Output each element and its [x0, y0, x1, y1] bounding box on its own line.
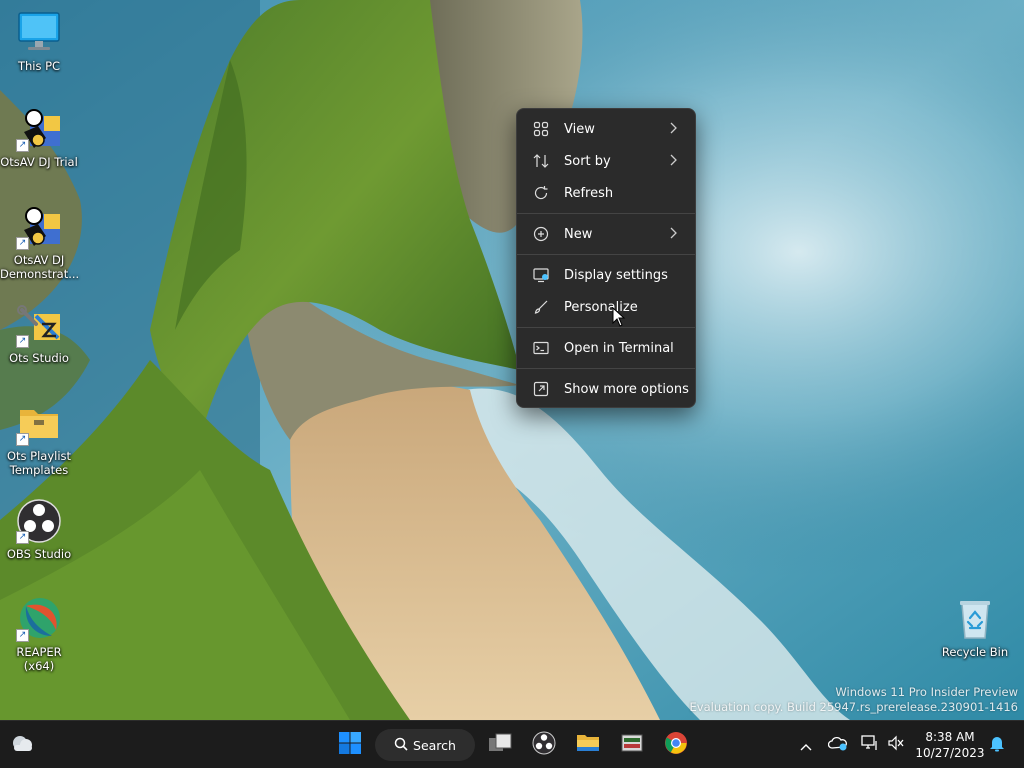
- desktop-icon-reaper[interactable]: ↗ REAPER (x64): [0, 596, 78, 673]
- desktop-icon-ots-playlist-templates[interactable]: ↗ Ots Playlist Templates: [0, 400, 78, 477]
- display-icon: [531, 265, 551, 285]
- network-button[interactable]: [858, 729, 882, 761]
- ots-studio-icon: ↗: [16, 302, 62, 348]
- menu-separator: [517, 213, 695, 214]
- sort-icon: [531, 151, 551, 171]
- desktop-icon-label: REAPER (x64): [16, 645, 62, 673]
- menu-item-label: New: [564, 226, 593, 242]
- menu-item-label: Refresh: [564, 185, 614, 201]
- cloud-info-icon: [827, 735, 848, 755]
- clock-time: 8:38 AM: [925, 730, 975, 744]
- taskbar-chrome-button[interactable]: [660, 729, 692, 761]
- shortcut-arrow-icon: ↗: [16, 139, 29, 152]
- menu-item-view[interactable]: View: [521, 114, 691, 144]
- refresh-icon: [531, 183, 551, 203]
- menu-item-open-in-terminal[interactable]: Open in Terminal: [521, 333, 691, 363]
- otsav-icon: ↗: [16, 204, 62, 250]
- shortcut-arrow-icon: ↗: [16, 237, 29, 250]
- menu-item-show-more-options[interactable]: Show more options: [521, 374, 691, 404]
- widgets-button[interactable]: [6, 729, 38, 761]
- menu-separator: [517, 368, 695, 369]
- shortcut-arrow-icon: ↗: [16, 531, 29, 544]
- desktop-context-menu: View Sort by Refresh New Display setting…: [516, 108, 696, 408]
- volume-button[interactable]: [884, 729, 908, 761]
- menu-item-personalize[interactable]: Personalize: [521, 292, 691, 322]
- chevron-up-icon: [800, 736, 812, 755]
- speaker-muted-icon: [887, 735, 905, 755]
- menu-item-new[interactable]: New: [521, 219, 691, 249]
- menu-item-label: Show more options: [564, 381, 689, 397]
- desktop-icon-ots-studio[interactable]: ↗ Ots Studio: [0, 302, 78, 365]
- folder-icon: ↗: [16, 400, 62, 446]
- search-icon: [394, 737, 408, 754]
- menu-item-label: Personalize: [564, 299, 638, 315]
- network-icon: [861, 735, 879, 755]
- desktop-icon-otsav-dj-demonstrat[interactable]: ↗ OtsAV DJ Demonstrat...: [0, 204, 80, 281]
- menu-item-label: Display settings: [564, 267, 668, 283]
- obs-icon: ↗: [16, 498, 62, 544]
- plus-circle-icon: [531, 224, 551, 244]
- chevron-right-icon: [669, 122, 677, 138]
- desktop-icon-label: OBS Studio: [6, 547, 72, 561]
- desktop-icon-label: OtsAV DJ Demonstrat...: [0, 253, 80, 281]
- windows-logo-icon: [338, 731, 362, 759]
- menu-item-sort-by[interactable]: Sort by: [521, 146, 691, 176]
- task-view-icon: [487, 732, 513, 758]
- desktop-icon-recycle-bin[interactable]: Recycle Bin: [936, 596, 1014, 659]
- desktop-icon-obs-studio[interactable]: ↗ OBS Studio: [0, 498, 78, 561]
- chrome-icon: [664, 731, 688, 759]
- chevron-right-icon: [669, 227, 677, 243]
- desktop[interactable]: This PC ↗ OtsAV DJ Trial ↗ OtsAV DJ Demo…: [0, 0, 1024, 720]
- desktop-icon-label: Recycle Bin: [941, 645, 1009, 659]
- show-hidden-icons-button[interactable]: [796, 729, 816, 761]
- shortcut-arrow-icon: ↗: [16, 629, 29, 642]
- bell-icon: [989, 734, 1005, 756]
- menu-item-display-settings[interactable]: Display settings: [521, 260, 691, 290]
- terminal-icon: [531, 338, 551, 358]
- taskbar-search-button[interactable]: Search: [375, 729, 475, 761]
- recycle-bin-icon: [952, 596, 998, 642]
- otsav-icon: ↗: [16, 106, 62, 152]
- mouse-cursor-icon: [612, 306, 626, 331]
- menu-item-label: Sort by: [564, 153, 611, 169]
- wallpaper: [0, 0, 1024, 720]
- menu-item-label: View: [564, 121, 595, 137]
- desktop-icon-this-pc[interactable]: This PC: [0, 10, 78, 73]
- task-view-button[interactable]: [484, 729, 516, 761]
- start-button[interactable]: [334, 729, 366, 761]
- clock-date: 10/27/2023: [915, 746, 985, 760]
- menu-item-label: Open in Terminal: [564, 340, 674, 356]
- menu-separator: [517, 254, 695, 255]
- watermark-line2: Evaluation copy. Build 25947.rs_prerelea…: [689, 700, 1018, 714]
- weather-cloud-icon: [9, 732, 35, 758]
- brush-icon: [531, 297, 551, 317]
- ots-app-icon: [620, 731, 644, 759]
- monitor-icon: [16, 10, 62, 56]
- chevron-right-icon: [669, 154, 677, 170]
- taskbar-ots-app-button[interactable]: [616, 729, 648, 761]
- notifications-button[interactable]: [986, 729, 1008, 761]
- taskbar-file-explorer-button[interactable]: [572, 729, 604, 761]
- desktop-icon-label: Ots Studio: [9, 351, 69, 365]
- reaper-icon: ↗: [16, 596, 62, 642]
- onedrive-button[interactable]: [826, 729, 850, 761]
- search-label: Search: [413, 737, 456, 753]
- shortcut-arrow-icon: ↗: [16, 335, 29, 348]
- more-options-icon: [531, 379, 551, 399]
- desktop-icon-otsav-dj-trial[interactable]: ↗ OtsAV DJ Trial: [0, 106, 78, 169]
- watermark-line1: Windows 11 Pro Insider Preview: [835, 685, 1018, 699]
- grid-icon: [531, 119, 551, 139]
- menu-separator: [517, 327, 695, 328]
- taskbar-clock[interactable]: 8:38 AM 10/27/2023: [912, 729, 988, 761]
- desktop-icon-label: OtsAV DJ Trial: [0, 155, 78, 169]
- folder-icon: [575, 732, 601, 758]
- taskbar: Search 8:38 AM 10/27/2023: [0, 720, 1024, 768]
- obs-icon: [532, 731, 556, 759]
- desktop-icon-label: This PC: [17, 59, 61, 73]
- taskbar-obs-button[interactable]: [528, 729, 560, 761]
- menu-item-refresh[interactable]: Refresh: [521, 178, 691, 208]
- shortcut-arrow-icon: ↗: [16, 433, 29, 446]
- desktop-icon-label: Ots Playlist Templates: [6, 449, 72, 477]
